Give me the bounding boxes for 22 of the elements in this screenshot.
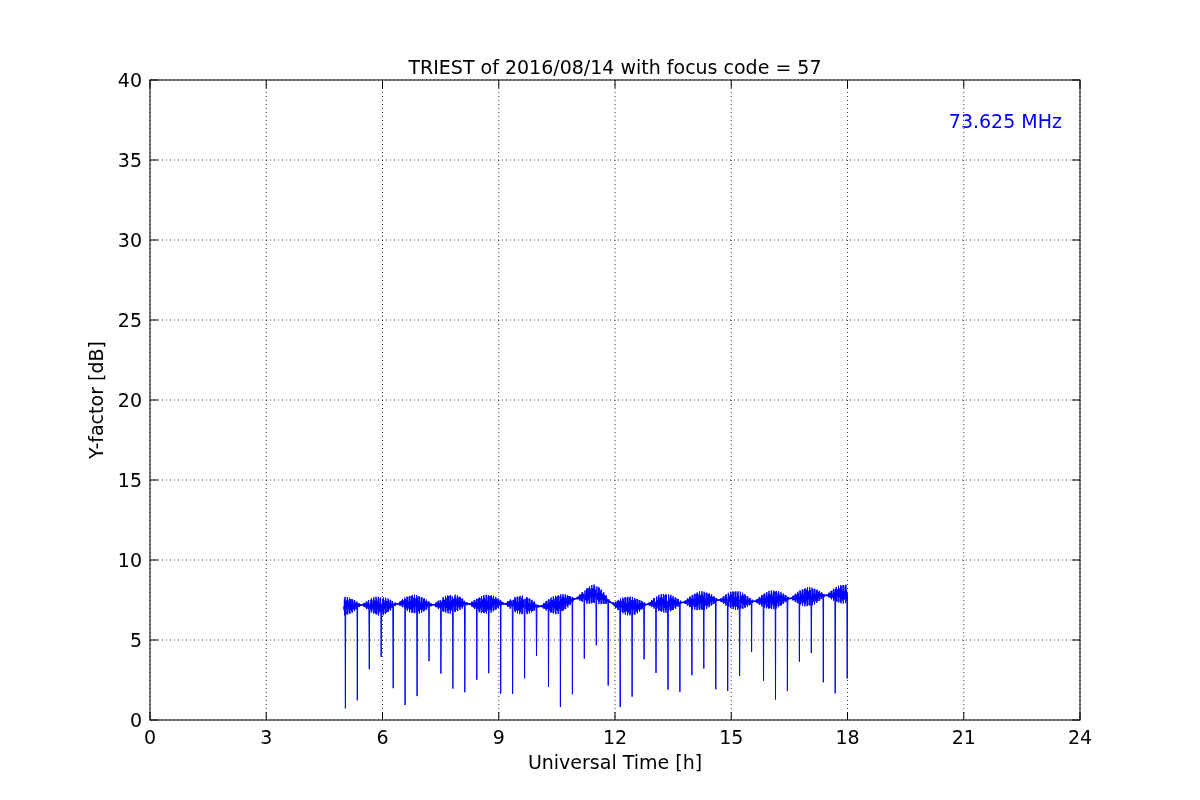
x-tick-label: 0	[143, 726, 157, 748]
y-tick-label: 30	[117, 229, 142, 251]
frequency-label: 73.625 MHz	[948, 110, 1062, 132]
y-tick-label: 25	[117, 309, 142, 331]
y-tick-label: 15	[117, 469, 142, 491]
x-tick-label: 6	[376, 726, 389, 748]
y-tick-label: 35	[117, 149, 142, 171]
y-axis-label: Y-factor [dB]	[85, 341, 107, 459]
x-tick-label: 12	[602, 726, 628, 748]
x-tick-label: 9	[492, 726, 505, 748]
x-tick-label: 21	[951, 726, 976, 748]
y-tick-label: 20	[117, 389, 142, 411]
x-tick-label: 18	[835, 726, 860, 748]
y-tick-label: 0	[129, 709, 142, 731]
x-tick-label: 15	[719, 726, 744, 748]
y-tick-label: 5	[129, 629, 142, 651]
x-axis-label: Universal Time [h]	[527, 751, 703, 773]
y-tick-label: 40	[117, 69, 142, 91]
x-tick-label: 24	[1067, 726, 1093, 748]
chart-title: TRIEST of 2016/08/14 with focus code = 57	[408, 56, 822, 78]
x-tick-label: 3	[260, 726, 273, 748]
y-tick-label: 10	[117, 549, 142, 571]
